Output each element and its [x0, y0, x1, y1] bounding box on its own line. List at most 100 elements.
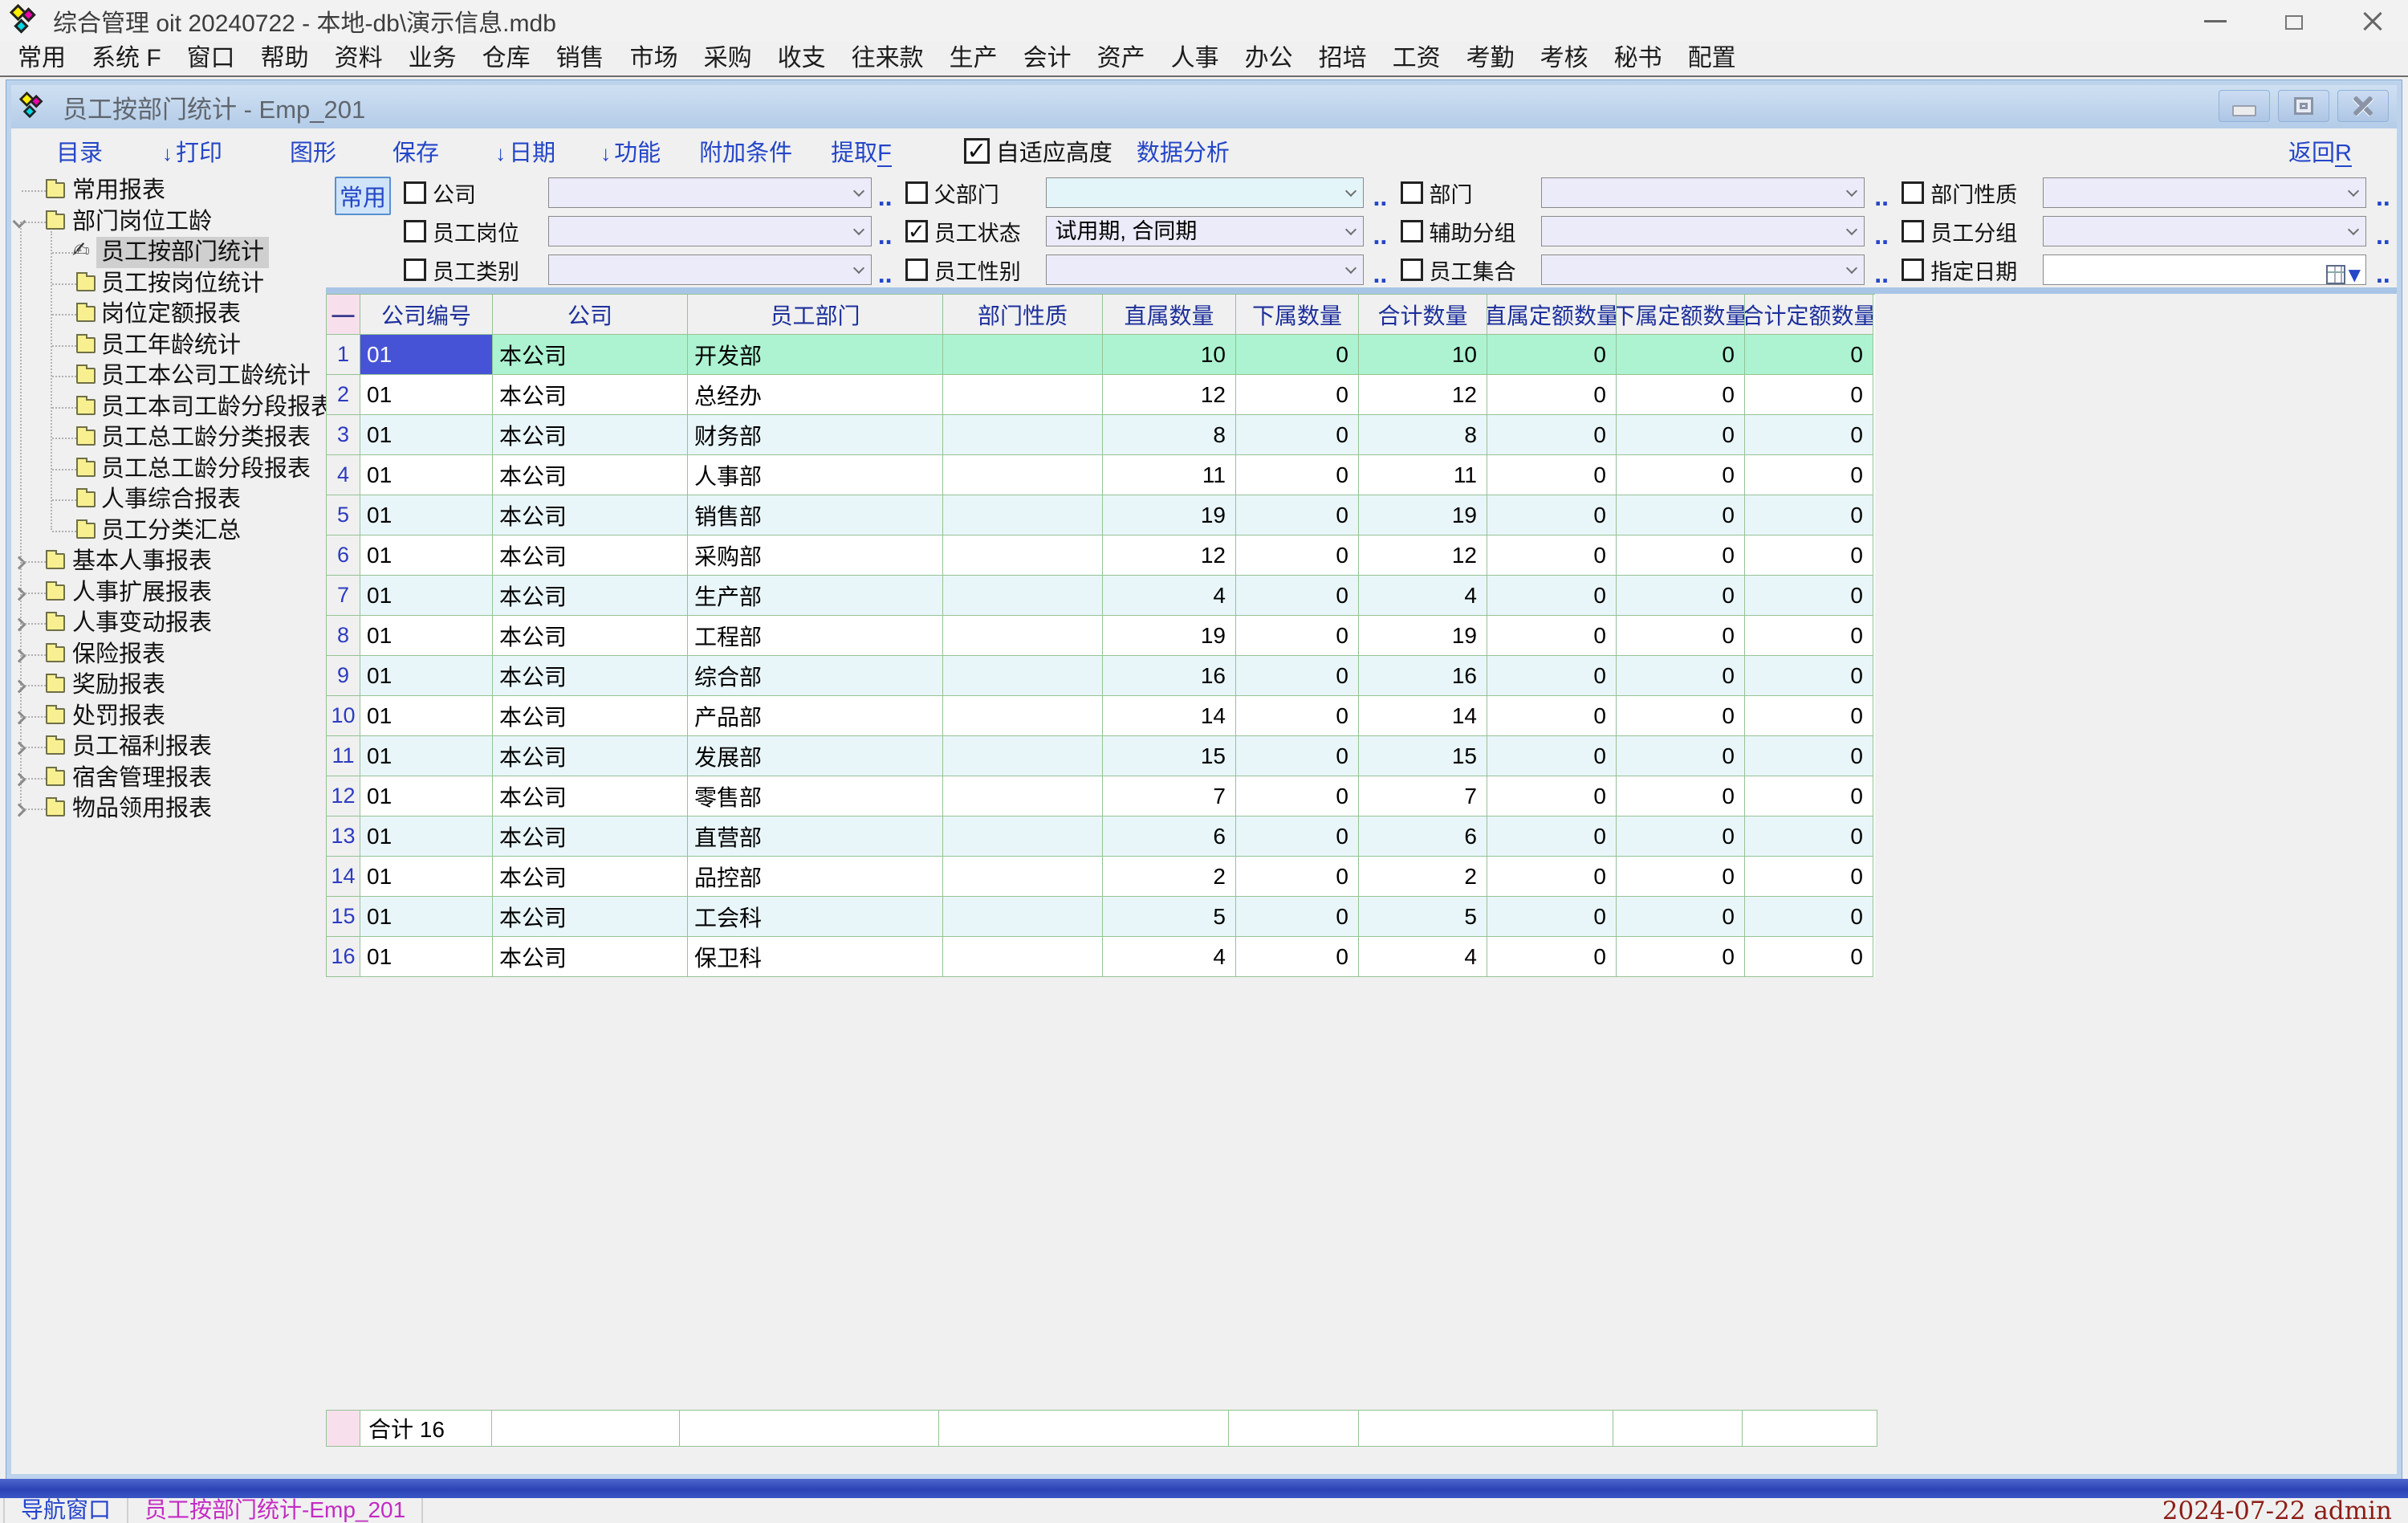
menu-item[interactable]: 配置 [1675, 41, 1749, 76]
table-cell[interactable]: 0 [1236, 656, 1359, 696]
table-cell[interactable] [943, 616, 1103, 656]
table-cell[interactable]: 0 [1745, 656, 1873, 696]
functions-button[interactable]: ↓功能 [600, 134, 661, 168]
table-cell[interactable]: 0 [1617, 656, 1745, 696]
table-cell[interactable] [943, 897, 1103, 937]
table-cell[interactable] [943, 776, 1103, 816]
table-cell[interactable]: 采购部 [688, 535, 943, 576]
tree-item[interactable]: 员工本司工龄分段报表 [11, 392, 326, 423]
graph-button[interactable]: 图形 [290, 134, 336, 168]
table-cell[interactable]: 0 [1745, 776, 1873, 816]
table-cell[interactable]: 0 [1617, 455, 1745, 495]
table-cell[interactable]: 01 [360, 495, 493, 535]
table-row[interactable]: 601本公司采购部12012000 [327, 535, 1875, 576]
row-number[interactable]: 9 [327, 656, 360, 696]
table-cell[interactable]: 12 [1359, 375, 1487, 415]
table-row[interactable]: 201本公司总经办12012000 [327, 375, 1875, 415]
table-cell[interactable]: 01 [360, 375, 493, 415]
menu-item[interactable]: 销售 [543, 41, 617, 76]
table-cell[interactable]: 0 [1236, 696, 1359, 736]
filter-dropdown[interactable]: 试用期, 合同期 [1046, 216, 1363, 246]
menu-item[interactable]: 窗口 [174, 41, 248, 76]
table-cell[interactable] [943, 696, 1103, 736]
tree-item[interactable]: 员工年龄统计 [11, 330, 326, 361]
table-cell[interactable]: 本公司 [493, 816, 688, 857]
menu-item[interactable]: 采购 [691, 41, 765, 76]
table-cell[interactable]: 0 [1617, 616, 1745, 656]
row-number[interactable]: 14 [327, 857, 360, 897]
table-cell[interactable]: 0 [1745, 375, 1873, 415]
table-cell[interactable]: 10 [1103, 335, 1236, 375]
table-cell[interactable]: 16 [1103, 656, 1236, 696]
menu-item[interactable]: 仓库 [470, 41, 543, 76]
table-cell[interactable] [943, 656, 1103, 696]
menu-item[interactable]: 系统 F [79, 41, 174, 76]
filter-dropdown[interactable] [548, 177, 872, 208]
column-header-公司[interactable]: 公司 [493, 295, 688, 335]
row-number[interactable]: 8 [327, 616, 360, 656]
report-restore-button[interactable] [2278, 90, 2329, 122]
save-button[interactable]: 保存 [393, 134, 439, 168]
table-cell[interactable]: 01 [360, 656, 493, 696]
restore-button[interactable] [2278, 5, 2310, 37]
table-cell[interactable]: 16 [1359, 656, 1487, 696]
table-cell[interactable]: 5 [1103, 897, 1236, 937]
table-cell[interactable]: 0 [1236, 736, 1359, 776]
table-cell[interactable]: 01 [360, 696, 493, 736]
table-cell[interactable]: 销售部 [688, 495, 943, 535]
table-cell[interactable]: 19 [1359, 616, 1487, 656]
table-cell[interactable]: 本公司 [493, 415, 688, 455]
table-cell[interactable]: 0 [1487, 455, 1617, 495]
filter-checkbox-员工岗位[interactable] [404, 220, 426, 242]
table-cell[interactable]: 0 [1487, 857, 1617, 897]
table-cell[interactable]: 本公司 [493, 335, 688, 375]
menu-item[interactable]: 考勤 [1454, 41, 1527, 76]
menu-item[interactable]: 考核 [1527, 41, 1601, 76]
extra-condition-button[interactable]: 附加条件 [699, 134, 792, 168]
table-cell[interactable]: 本公司 [493, 696, 688, 736]
table-cell[interactable]: 0 [1487, 616, 1617, 656]
table-cell[interactable]: 0 [1745, 415, 1873, 455]
table-cell[interactable]: 2 [1359, 857, 1487, 897]
filter-dropdown[interactable] [2043, 177, 2366, 208]
table-cell[interactable]: 0 [1745, 897, 1873, 937]
table-cell[interactable]: 0 [1617, 937, 1745, 977]
filter-dropdown[interactable] [1541, 216, 1865, 246]
table-cell[interactable]: 工会科 [688, 897, 943, 937]
table-cell[interactable] [943, 495, 1103, 535]
range-dots-button[interactable]: .. [878, 182, 899, 212]
table-row[interactable]: 1601本公司保卫科404000 [327, 937, 1875, 977]
table-cell[interactable]: 4 [1103, 937, 1236, 977]
table-cell[interactable]: 5 [1359, 897, 1487, 937]
nav-window-tab[interactable]: 导航窗口 [3, 1498, 128, 1523]
table-cell[interactable]: 品控部 [688, 857, 943, 897]
extract-button[interactable]: 提取F [831, 134, 892, 168]
table-cell[interactable]: 12 [1359, 535, 1487, 576]
table-row[interactable]: 301本公司财务部808000 [327, 415, 1875, 455]
table-cell[interactable]: 0 [1487, 576, 1617, 616]
row-number[interactable]: 3 [327, 415, 360, 455]
column-header-部门性质[interactable]: 部门性质 [943, 295, 1103, 335]
menu-item[interactable]: 招培 [1306, 41, 1380, 76]
menu-item[interactable]: 资料 [322, 41, 396, 76]
table-cell[interactable]: 0 [1236, 616, 1359, 656]
minimize-button[interactable] [2199, 5, 2231, 37]
table-cell[interactable]: 11 [1359, 455, 1487, 495]
table-cell[interactable]: 0 [1745, 495, 1873, 535]
table-cell[interactable]: 8 [1359, 415, 1487, 455]
column-header-下属数量[interactable]: 下属数量 [1236, 295, 1359, 335]
table-cell[interactable]: 0 [1487, 897, 1617, 937]
table-cell[interactable]: 发展部 [688, 736, 943, 776]
filter-checkbox-员工性别[interactable] [905, 259, 928, 281]
table-cell[interactable]: 0 [1236, 937, 1359, 977]
table-row[interactable]: 1401本公司品控部202000 [327, 857, 1875, 897]
table-cell[interactable]: 4 [1359, 576, 1487, 616]
table-row[interactable]: 1001本公司产品部14014000 [327, 696, 1875, 736]
menu-item[interactable]: 帮助 [248, 41, 322, 76]
back-button[interactable]: 返回R [2288, 134, 2352, 168]
row-number[interactable]: 15 [327, 897, 360, 937]
table-cell[interactable]: 19 [1103, 495, 1236, 535]
table-row[interactable]: 1101本公司发展部15015000 [327, 736, 1875, 776]
filter-checkbox-部门[interactable] [1401, 181, 1423, 204]
table-cell[interactable] [943, 455, 1103, 495]
